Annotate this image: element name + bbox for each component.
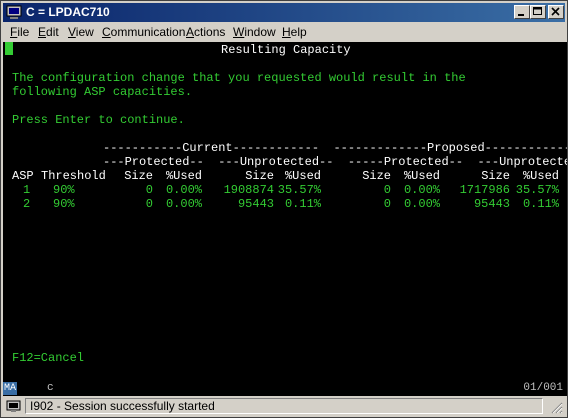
row2-prop-prot-used: 0.00% (403, 197, 440, 211)
session-status-icon (6, 400, 21, 412)
row1-cur-unprot-size: 1908874 (223, 183, 274, 197)
screen-heading: Resulting Capacity (221, 43, 351, 57)
close-icon (551, 7, 560, 16)
col-cur-prot-used: %Used (165, 169, 202, 183)
function-key-f12[interactable]: F12=Cancel (12, 351, 84, 365)
menu-edit[interactable]: Edit (38, 23, 59, 42)
col-prop-prot-size: Size (362, 169, 391, 183)
continue-prompt: Press Enter to continue. (12, 113, 185, 127)
menu-actions-label: ctions (194, 25, 226, 39)
row1-prop-unprot-used: 35.57% (515, 183, 559, 197)
message-line-1: The configuration change that you reques… (12, 71, 466, 85)
emulator-window: C = LPDAC710 File Edit View Communicatio… (0, 0, 568, 418)
oia-connection-indicator: c (47, 382, 54, 394)
menu-view-mnemonic: V (68, 25, 76, 39)
col-prop-unprot-size: Size (481, 169, 510, 183)
minimize-icon (518, 14, 524, 16)
col-prop-unprot-used: %Used (522, 169, 559, 183)
maximize-button[interactable] (530, 5, 546, 19)
menu-edit-label: dit (46, 25, 59, 39)
row2-cur-unprot-size: 95443 (237, 197, 274, 211)
row1-cur-prot-used: 0.00% (165, 183, 202, 197)
row2-cur-prot-size: 0 (145, 197, 153, 211)
row1-prop-unprot-size: 1717986 (459, 183, 510, 197)
column-group-header: -----------Current------------ ---------… (103, 141, 567, 155)
menu-file-label: ile (17, 25, 30, 39)
close-button[interactable] (548, 5, 564, 19)
row1-threshold: 90% (53, 183, 75, 197)
row1-cur-unprot-used: 35.57% (277, 183, 321, 197)
menu-bar: File Edit View Communication Actions Win… (3, 23, 565, 42)
col-asp: ASP (12, 169, 34, 183)
row2-cur-prot-used: 0.00% (165, 197, 202, 211)
row2-prop-unprot-size: 95443 (473, 197, 510, 211)
col-threshold: Threshold (41, 169, 106, 183)
menu-communication[interactable]: Communication (102, 23, 185, 42)
status-bar: I902 - Session successfully started (3, 397, 565, 416)
row2-prop-unprot-used: 0.11% (522, 197, 559, 211)
terminal-screen[interactable]: Resulting Capacity The configuration cha… (3, 42, 567, 381)
menu-actions[interactable]: Actions (186, 23, 225, 42)
minimize-button[interactable] (514, 5, 530, 19)
menu-help-label: elp (290, 25, 307, 39)
message-line-2: following ASP capacities. (12, 85, 193, 99)
menu-edit-mnemonic: E (38, 25, 47, 39)
menu-window-mnemonic: W (233, 25, 245, 39)
menu-window-label: indow (244, 25, 276, 39)
row2-prop-prot-size: 0 (383, 197, 391, 211)
resize-grip-icon[interactable] (551, 402, 563, 414)
oia-status-line: MA c 01/001 (3, 381, 567, 396)
col-cur-unprot-used: %Used (284, 169, 321, 183)
row2-asp: 2 (23, 197, 31, 211)
menu-window[interactable]: Window (233, 23, 276, 42)
col-cur-prot-size: Size (124, 169, 153, 183)
col-prop-prot-used: %Used (403, 169, 440, 183)
row1-cur-prot-size: 0 (145, 183, 153, 197)
cursor-position: 01/001 (523, 382, 563, 394)
terminal-app-icon (6, 5, 22, 19)
menu-help-mnemonic: H (282, 25, 291, 39)
menu-help[interactable]: Help (282, 23, 307, 42)
row1-prop-prot-size: 0 (383, 183, 391, 197)
row2-cur-unprot-used: 0.11% (284, 197, 321, 211)
menu-communication-mnemonic: C (102, 25, 111, 39)
title-bar[interactable]: C = LPDAC710 (3, 3, 565, 22)
col-cur-unprot-size: Size (245, 169, 274, 183)
menu-communication-label: ommunication (110, 25, 186, 39)
menu-actions-mnemonic: A (186, 25, 195, 39)
column-sub-header: ---Protected-- ---Unprotected-- -----Pro… (103, 155, 567, 169)
row1-asp: 1 (23, 183, 31, 197)
row1-prop-prot-used: 0.00% (403, 183, 440, 197)
cursor (5, 42, 13, 55)
row2-threshold: 90% (53, 197, 75, 211)
menu-file[interactable]: File (10, 23, 29, 42)
status-message: I902 - Session successfully started (25, 398, 543, 414)
maximize-icon (533, 7, 542, 15)
oia-mode-indicator: MA (3, 382, 17, 395)
menu-view-label: iew (75, 25, 94, 39)
menu-view[interactable]: View (68, 23, 94, 42)
window-title: C = LPDAC710 (26, 5, 110, 19)
